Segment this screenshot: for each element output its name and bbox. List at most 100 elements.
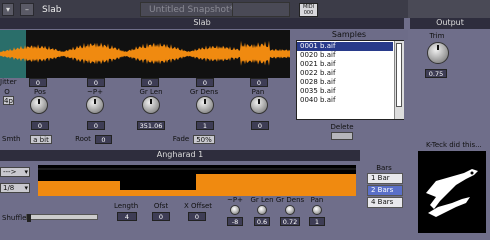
samples-header: Samples [290, 30, 408, 40]
sample-item[interactable]: 0001 b.aif [297, 42, 393, 51]
grlen-top-value[interactable]: 0 [196, 78, 214, 87]
slab-header: Slab [0, 18, 404, 29]
trim-value[interactable]: 0.75 [425, 69, 447, 78]
mode-chevron-icon: ▾ [24, 168, 28, 176]
mode-value: ---> [3, 168, 17, 176]
division-value: 1/8 [3, 184, 15, 192]
sample-item[interactable]: 0020 b.aif [297, 51, 393, 60]
sample-item[interactable]: 0021 b.aif [297, 60, 393, 69]
delete-button[interactable] [331, 132, 353, 140]
minimize-button[interactable]: – [20, 3, 34, 16]
credit-text: K-Teck did this... [426, 141, 482, 149]
pos-label: Pos [34, 88, 46, 96]
grlen2-value[interactable]: 0.6 [254, 217, 270, 226]
grlen-knob[interactable] [142, 96, 160, 114]
sample-item[interactable]: 0028 b.aif [297, 78, 393, 87]
division-dropdown[interactable]: 1/8 ▾ [0, 183, 30, 193]
pan-label: Pan [251, 88, 265, 96]
pos-value[interactable]: 0 [31, 121, 49, 130]
samples-list[interactable]: 0001 b.aif 0020 b.aif 0021 b.aif 0022 b.aif… [296, 40, 404, 120]
grlen2-knob[interactable] [257, 205, 267, 215]
pan-knob[interactable] [250, 96, 268, 114]
midi-indicator[interactable]: MIDI 000 [299, 3, 318, 17]
bars-selector[interactable]: 1 Bar 2 Bars 4 Bars [367, 173, 403, 208]
top-right-area [408, 0, 490, 18]
smth-button[interactable]: a bit [30, 135, 52, 144]
grdens-knob[interactable] [196, 96, 214, 114]
fade-button[interactable]: 50% [193, 135, 215, 144]
pitch2-value[interactable]: -8 [227, 217, 243, 226]
shuffle-label: Shuffle [2, 214, 27, 222]
pos-knob-indicator [38, 99, 40, 104]
pan-knob-indicator [258, 99, 260, 104]
bars-option[interactable]: 1 Bar [367, 173, 403, 184]
length-label: Length [114, 202, 139, 210]
root-value[interactable]: 0 [95, 135, 112, 144]
grdens-value[interactable]: 1 [196, 121, 214, 130]
pitch-knob-indicator [94, 99, 96, 104]
ofst-label: Ofst [153, 202, 169, 210]
smth-label: Smth [2, 135, 21, 143]
step-sequencer-svg [38, 168, 356, 196]
division-chevron-icon: ▾ [24, 184, 28, 192]
horse-logo-icon [426, 169, 478, 217]
samples-scroll-thumb[interactable] [396, 43, 402, 107]
window-menu-button[interactable]: ▾ [2, 3, 14, 16]
pitch2-knob[interactable] [230, 205, 240, 215]
pos-knob[interactable] [30, 96, 48, 114]
trim-label: Trim [429, 32, 445, 40]
grdens-top-value[interactable]: 0 [250, 78, 268, 87]
mode-dropdown[interactable]: ---> ▾ [0, 167, 30, 177]
x-offset-value[interactable]: 0 [188, 212, 206, 221]
grdens2-value[interactable]: 0.72 [280, 217, 300, 226]
shuffle-slider-handle[interactable] [27, 214, 31, 222]
bars-label: Bars [376, 164, 392, 172]
pos-top-value[interactable]: 0 [87, 78, 105, 87]
pitch-knob[interactable] [86, 96, 104, 114]
sample-item[interactable]: 0022 b.aif [297, 69, 393, 78]
x-offset-label: X Offset [183, 202, 213, 210]
sample-item[interactable]: 0040 b.aif [297, 96, 393, 105]
shuffle-slider[interactable] [26, 214, 98, 222]
length-value[interactable]: 4 [117, 212, 137, 221]
grdens-knob-indicator [204, 99, 206, 104]
grdens2-knob[interactable] [285, 205, 295, 215]
waveform-display[interactable] [0, 30, 290, 78]
pitch-top-value[interactable]: 0 [141, 78, 159, 87]
pan-value[interactable]: 0 [251, 121, 269, 130]
snapshot-placeholder: Untitled Snapshot* [149, 5, 235, 15]
grlen-label: Gr Len [139, 88, 163, 96]
trim-knob[interactable] [427, 42, 449, 64]
output-header: Output [410, 18, 490, 29]
trim-knob-indicator [437, 45, 439, 50]
bars-option[interactable]: 2 Bars [367, 185, 403, 196]
pitch-value[interactable]: 0 [87, 121, 105, 130]
grdens2-label: Gr Dens [275, 196, 305, 204]
grdens-label: Gr Dens [189, 88, 219, 96]
jitter-value[interactable]: 0 [29, 78, 47, 87]
delete-label: Delete [330, 123, 354, 131]
bars-option[interactable]: 4 Bars [367, 197, 403, 208]
grlen2-label: Gr Len [250, 196, 274, 204]
pan2-knob[interactable] [312, 205, 322, 215]
fade-label: Fade [172, 135, 190, 143]
sample-item[interactable]: 0035 b.aif [297, 87, 393, 96]
pitch2-label: ~P+ [227, 196, 243, 204]
o-label: O [4, 88, 10, 96]
logo-image [418, 151, 486, 233]
midi-value: 000 [303, 10, 314, 16]
grlen-value[interactable]: 351.06 [137, 121, 165, 130]
root-label: Root [75, 135, 91, 143]
ofst-value[interactable]: 0 [152, 212, 170, 221]
window-title: Slab [42, 5, 62, 15]
grlen-knob-indicator [150, 99, 152, 104]
step-sequencer[interactable] [38, 165, 356, 196]
snapshot-arrow-area[interactable] [232, 2, 290, 17]
pan2-value[interactable]: 1 [309, 217, 325, 226]
jitter-label: Jitter [0, 78, 17, 86]
o-button[interactable]: 4p [3, 96, 14, 105]
waveform-svg [0, 40, 290, 66]
samples-scrollbar[interactable] [394, 41, 404, 119]
angharad-header: Angharad 1 [0, 150, 360, 161]
pan2-label: Pan [310, 196, 324, 204]
